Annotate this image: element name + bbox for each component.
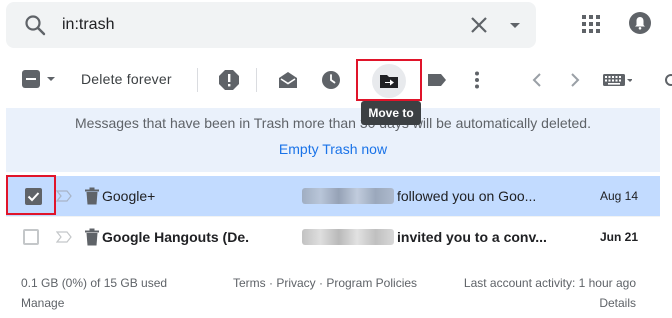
close-icon[interactable] bbox=[468, 14, 490, 36]
footer: 0.1 GB (0%) of 15 GB used Manage Terms ·… bbox=[0, 270, 672, 318]
sender-name: Google+ bbox=[102, 188, 156, 204]
email-row[interactable]: Google Hangouts (De. invited you to a co… bbox=[6, 216, 660, 256]
trash-icon bbox=[85, 187, 99, 205]
email-subject: followed you on Goo... bbox=[397, 188, 537, 204]
trash-notice: Messages that have been in Trash more th… bbox=[6, 108, 660, 172]
blurred-preview bbox=[302, 188, 394, 204]
more-vert-icon[interactable] bbox=[466, 69, 488, 91]
details-link[interactable]: Details bbox=[599, 296, 636, 310]
toolbar: Delete forever bbox=[0, 56, 672, 104]
label-icon[interactable] bbox=[426, 69, 448, 91]
policy-links[interactable]: Terms · Privacy · Program Policies bbox=[233, 276, 417, 290]
move-to-tooltip: Move to bbox=[361, 101, 421, 125]
chevron-left-icon[interactable] bbox=[526, 69, 548, 91]
email-subject: invited you to a conv... bbox=[397, 229, 547, 245]
row-checkbox[interactable] bbox=[23, 229, 39, 245]
email-row[interactable]: Google+ followed you on Goo... Aug 14 bbox=[6, 175, 660, 216]
search-icon[interactable] bbox=[23, 13, 47, 37]
sender-name: Google Hangouts (De. bbox=[102, 229, 249, 245]
trash-icon bbox=[85, 228, 99, 246]
importance-marker-icon[interactable] bbox=[56, 190, 72, 202]
row-checkbox[interactable] bbox=[25, 188, 42, 205]
blurred-preview bbox=[302, 229, 394, 245]
email-date: Jun 21 bbox=[599, 230, 638, 244]
caret-down-icon[interactable] bbox=[505, 15, 525, 35]
chevron-right-icon[interactable] bbox=[564, 69, 586, 91]
search-input[interactable]: in:trash bbox=[62, 16, 114, 34]
keyboard-icon[interactable] bbox=[602, 69, 632, 91]
report-spam-icon[interactable] bbox=[218, 69, 240, 91]
toolbar-divider bbox=[197, 68, 198, 92]
mark-as-read-icon[interactable] bbox=[277, 69, 299, 91]
move-to-highlight bbox=[356, 59, 422, 101]
toolbar-divider bbox=[256, 68, 257, 92]
checkbox-highlight bbox=[6, 175, 56, 215]
select-caret-icon[interactable] bbox=[45, 70, 57, 88]
trash-notice-text: Messages that have been in Trash more th… bbox=[75, 115, 591, 131]
snooze-clock-icon[interactable] bbox=[320, 69, 342, 91]
notifications-icon[interactable] bbox=[628, 11, 652, 35]
select-all-checkbox[interactable] bbox=[22, 70, 40, 88]
importance-marker-icon[interactable] bbox=[56, 231, 72, 243]
delete-forever-button[interactable]: Delete forever bbox=[81, 71, 172, 87]
move-to-button[interactable] bbox=[372, 64, 406, 98]
search-bar[interactable]: in:trash bbox=[6, 2, 536, 48]
apps-grid-icon[interactable] bbox=[580, 13, 602, 35]
settings-gear-icon[interactable] bbox=[663, 71, 672, 89]
empty-trash-link[interactable]: Empty Trash now bbox=[6, 141, 660, 157]
email-date: Aug 14 bbox=[599, 189, 638, 203]
move-to-folder-icon[interactable] bbox=[378, 70, 400, 92]
storage-usage: 0.1 GB (0%) of 15 GB used bbox=[21, 276, 168, 290]
check-icon bbox=[27, 192, 40, 202]
last-activity: Last account activity: 1 hour ago bbox=[463, 276, 636, 290]
manage-link[interactable]: Manage bbox=[21, 296, 64, 310]
